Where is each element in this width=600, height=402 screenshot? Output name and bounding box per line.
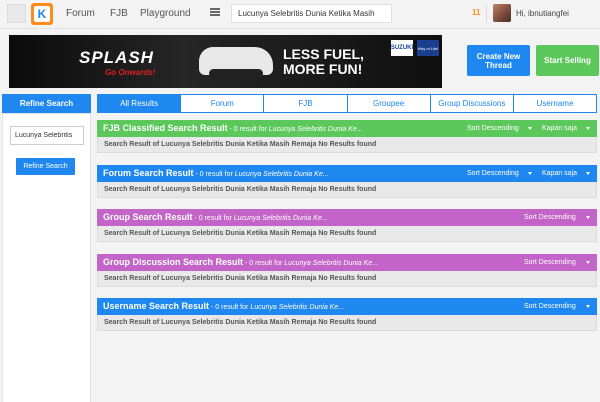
refine-search-input[interactable] <box>10 126 84 145</box>
menu-square-icon[interactable] <box>7 4 26 23</box>
create-thread-button[interactable]: Create New Thread <box>467 45 530 76</box>
time-filter-dropdown[interactable]: Kapan saja <box>542 120 577 137</box>
section-keyword: Lucunya Selebritis Dunia Ke... <box>268 126 363 133</box>
banner-tagline: LESS FUEL, MORE FUN! <box>283 47 364 77</box>
nav-playground-link[interactable]: Playground <box>140 8 191 19</box>
top-navbar: K Forum FJB Playground 11 Hi, ibnutiangf… <box>0 0 600 29</box>
section-keyword: Lucunya Selebritis Dunia Ke... <box>234 171 329 178</box>
section-empty-message: Search Result of Lucunya Selebritis Duni… <box>97 226 597 242</box>
chevron-down-icon[interactable] <box>528 172 532 175</box>
tab-all-results[interactable]: All Results <box>97 94 182 113</box>
refine-search-header: Refine Search <box>2 94 91 113</box>
search-input[interactable] <box>231 4 392 23</box>
notification-count-badge[interactable]: 11 <box>472 8 480 17</box>
chevron-down-icon[interactable] <box>586 305 590 308</box>
section-header: Forum Search Result - 0 result for Lucun… <box>97 165 597 182</box>
group-discussion-result-section: Group Discussion Search Result - 0 resul… <box>97 254 597 287</box>
section-count: - 0 result for <box>192 215 234 222</box>
start-selling-button[interactable]: Start Selling <box>536 45 599 76</box>
sort-dropdown[interactable]: Sort Descending <box>467 120 519 137</box>
time-filter-dropdown[interactable]: Kapan saja <box>542 165 577 182</box>
section-count: - 0 result for <box>209 304 251 311</box>
tab-group-discussions[interactable]: Group Discussions <box>430 94 514 113</box>
section-empty-message: Search Result of Lucunya Selebritis Duni… <box>97 137 597 153</box>
tab-forum[interactable]: Forum <box>181 94 265 113</box>
section-header: FJB Classified Search Result - 0 result … <box>97 120 597 137</box>
group-result-section: Group Search Result - 0 result for Lucun… <box>97 209 597 242</box>
section-title: Forum Search Result <box>103 168 194 178</box>
section-title: Username Search Result <box>103 301 210 311</box>
forum-result-section: Forum Search Result - 0 result for Lucun… <box>97 165 597 198</box>
section-title: FJB Classified Search Result <box>103 123 228 133</box>
tab-username[interactable]: Username <box>513 94 598 113</box>
section-keyword: Lucunya Selebritis Dunia Ke... <box>284 260 379 267</box>
nav-forum-link[interactable]: Forum <box>66 8 95 19</box>
section-header: Group Discussion Search Result - 0 resul… <box>97 254 597 271</box>
chevron-down-icon[interactable] <box>586 261 590 264</box>
nav-divider <box>486 5 487 23</box>
sort-dropdown[interactable]: Sort Descending <box>524 209 576 226</box>
logo-glyph: K <box>34 6 50 22</box>
section-empty-message: Search Result of Lucunya Selebritis Duni… <box>97 271 597 287</box>
user-greeting[interactable]: Hi, ibnutiangfei <box>516 9 569 18</box>
section-title: Group Discussion Search Result <box>103 257 244 267</box>
chevron-down-icon[interactable] <box>586 127 590 130</box>
section-count: - 0 result for <box>227 126 269 133</box>
nav-fjb-link[interactable]: FJB <box>110 8 128 19</box>
sort-dropdown[interactable]: Sort Descending <box>467 165 519 182</box>
chevron-down-icon[interactable] <box>586 216 590 219</box>
section-keyword: Lucunya Selebritis Dunia Ke... <box>233 215 328 222</box>
section-empty-message: Search Result of Lucunya Selebritis Duni… <box>97 315 597 331</box>
kaskus-logo-icon[interactable]: K <box>31 3 53 25</box>
section-count: - 0 result for <box>243 260 285 267</box>
fjb-result-section: FJB Classified Search Result - 0 result … <box>97 120 597 153</box>
section-empty-message: Search Result of Lucunya Selebritis Duni… <box>97 182 597 198</box>
sort-dropdown[interactable]: Sort Descending <box>524 298 576 315</box>
tab-groupee[interactable]: Groupee <box>347 94 431 113</box>
create-thread-label-2: Thread <box>485 61 512 70</box>
user-avatar[interactable] <box>493 4 511 22</box>
hamburger-menu-icon[interactable] <box>210 8 220 16</box>
create-thread-label-1: Create New <box>476 52 521 61</box>
refine-search-panel <box>2 113 91 402</box>
banner-slogan: Go Onwards! <box>105 68 156 77</box>
tab-fjb[interactable]: FJB <box>264 94 348 113</box>
refine-search-button[interactable]: Refine Search <box>16 158 75 175</box>
chevron-down-icon[interactable] <box>586 172 590 175</box>
section-header: Group Search Result - 0 result for Lucun… <box>97 209 597 226</box>
banner-tagline-line1: LESS FUEL, <box>283 46 364 62</box>
chevron-down-icon[interactable] <box>528 127 532 130</box>
banner-tagline-line2: MORE FUN! <box>283 61 363 77</box>
banner-brand: SPLASH <box>79 48 154 67</box>
section-count: - 0 result for <box>193 171 235 178</box>
result-tabs: All Results Forum FJB Groupee Group Disc… <box>97 94 598 113</box>
section-title: Group Search Result <box>103 212 193 222</box>
section-header: Username Search Result - 0 result for Lu… <box>97 298 597 315</box>
way-of-life-logo: Way of Life! <box>417 40 439 56</box>
banner-car-image <box>199 47 273 78</box>
username-result-section: Username Search Result - 0 result for Lu… <box>97 298 597 331</box>
section-keyword: Lucunya Selebritis Dunia Ke... <box>250 304 345 311</box>
sort-dropdown[interactable]: Sort Descending <box>524 254 576 271</box>
suzuki-logo: SUZUKI <box>391 40 413 56</box>
banner-ad[interactable]: SPLASH Go Onwards! LESS FUEL, MORE FUN! … <box>9 35 442 88</box>
